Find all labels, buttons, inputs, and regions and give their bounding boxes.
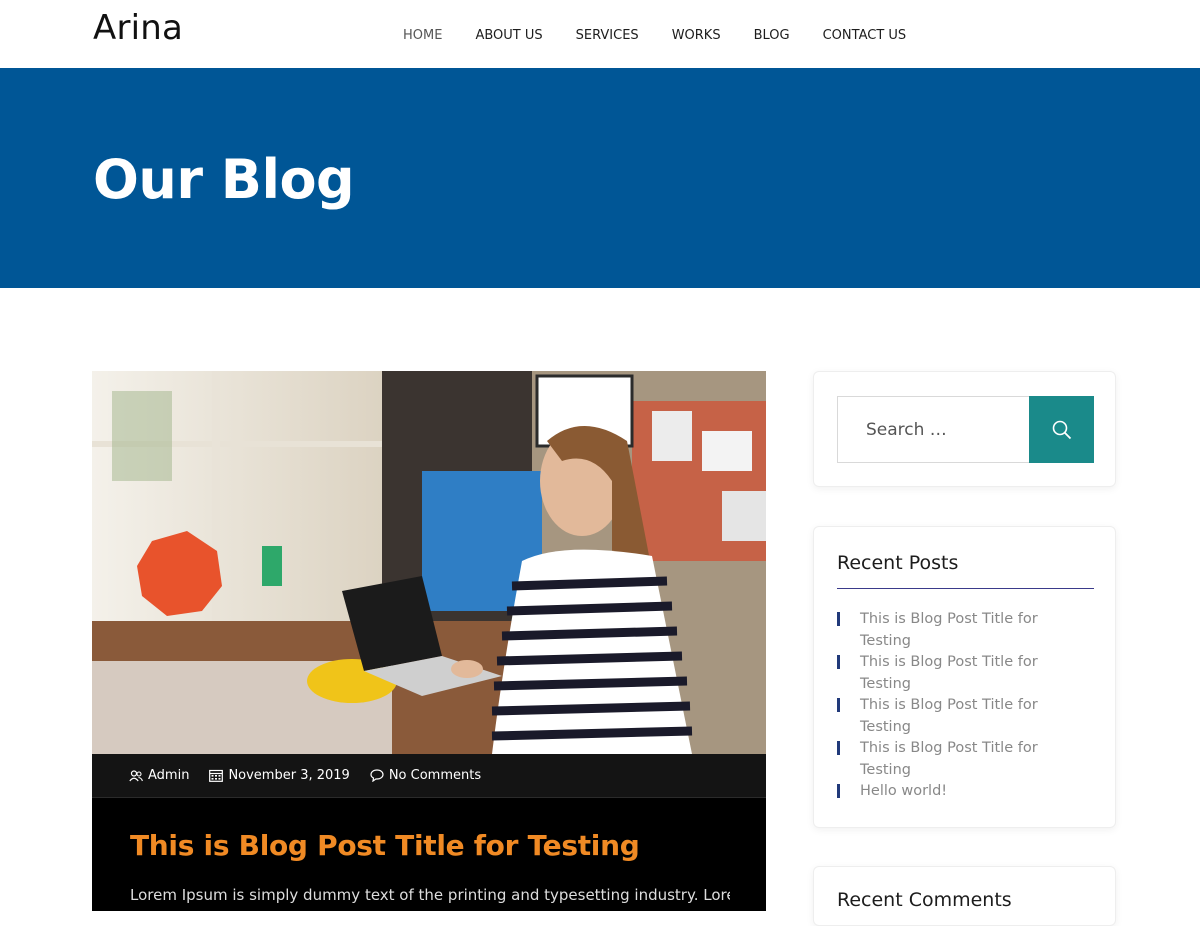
calendar-icon — [209, 769, 224, 782]
recent-comments-widget: Recent Comments — [813, 866, 1116, 926]
nav-services[interactable]: SERVICES — [576, 28, 639, 43]
list-item: Hello world! — [837, 781, 1047, 803]
woman-at-laptop-photo-icon — [92, 371, 766, 754]
recent-post-link[interactable]: This is Blog Post Title for Testing — [860, 654, 1038, 692]
blog-post-card: Admin November 3, 2019 No Comments This … — [92, 371, 766, 911]
post-comments-label: No Comments — [388, 768, 482, 783]
site-logo[interactable]: Arina — [93, 8, 183, 48]
nav-contact-us[interactable]: CONTACT US — [823, 28, 907, 43]
recent-posts-list: This is Blog Post Title for Testing This… — [837, 609, 1047, 803]
list-item: This is Blog Post Title for Testing — [837, 609, 1047, 652]
user-icon — [129, 769, 143, 781]
page-title: Our Blog — [93, 148, 355, 211]
search-button[interactable] — [1029, 396, 1094, 463]
recent-comments-title: Recent Comments — [837, 889, 1012, 911]
post-comments[interactable]: No Comments — [370, 768, 481, 783]
list-item: This is Blog Post Title for Testing — [837, 738, 1047, 781]
recent-post-link[interactable]: This is Blog Post Title for Testing — [860, 611, 1038, 649]
post-date[interactable]: November 3, 2019 — [209, 768, 350, 783]
recent-posts-title: Recent Posts — [837, 552, 959, 574]
post-author[interactable]: Admin — [129, 768, 189, 783]
main-nav: HOME ABOUT US SERVICES WORKS BLOG CONTAC… — [403, 28, 939, 43]
nav-about-us[interactable]: ABOUT US — [475, 28, 542, 43]
list-item: This is Blog Post Title for Testing — [837, 652, 1047, 695]
comment-icon — [370, 769, 384, 782]
nav-blog[interactable]: BLOG — [754, 28, 790, 43]
recent-posts-widget: Recent Posts This is Blog Post Title for… — [813, 526, 1116, 828]
recent-post-link[interactable]: This is Blog Post Title for Testing — [860, 740, 1038, 778]
nav-home[interactable]: HOME — [403, 28, 442, 43]
list-item: This is Blog Post Title for Testing — [837, 695, 1047, 738]
page-banner: Our Blog — [0, 68, 1200, 288]
post-excerpt: Lorem Ipsum is simply dummy text of the … — [130, 886, 730, 904]
nav-works[interactable]: WORKS — [672, 28, 721, 43]
post-date-label: November 3, 2019 — [228, 768, 350, 783]
search-icon — [1052, 420, 1071, 439]
post-featured-image[interactable] — [92, 371, 766, 754]
post-author-label: Admin — [148, 768, 190, 783]
post-meta: Admin November 3, 2019 No Comments — [92, 754, 766, 798]
post-title[interactable]: This is Blog Post Title for Testing — [130, 829, 640, 862]
recent-post-link[interactable]: This is Blog Post Title for Testing — [860, 697, 1038, 735]
recent-post-link[interactable]: Hello world! — [860, 783, 947, 799]
search-input[interactable] — [837, 396, 1030, 463]
search-widget — [813, 371, 1116, 487]
site-header: Arina HOME ABOUT US SERVICES WORKS BLOG … — [0, 0, 1200, 68]
widget-divider — [837, 588, 1094, 589]
